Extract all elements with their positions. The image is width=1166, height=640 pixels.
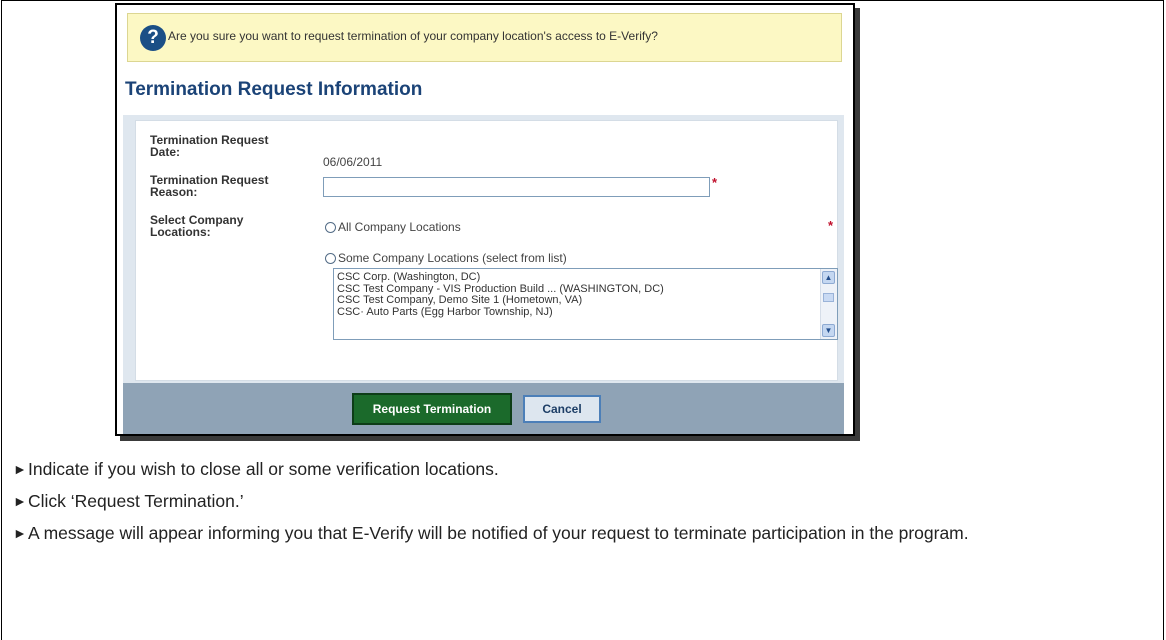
- instruction-text: Click ‘Request Termination.’: [28, 491, 244, 511]
- locations-required-marker: *: [828, 218, 834, 233]
- locations-label: Select Company Locations:: [150, 213, 244, 239]
- arrow-bullet-icon: ►: [13, 493, 27, 509]
- cancel-button[interactable]: Cancel: [523, 395, 601, 423]
- scroll-down-icon[interactable]: ▼: [822, 324, 835, 337]
- all-locations-radio[interactable]: [325, 221, 336, 233]
- some-locations-radio[interactable]: [325, 252, 336, 264]
- section-title: Termination Request Information: [125, 79, 423, 100]
- reason-required-marker: *: [712, 175, 718, 190]
- instruction-item: ► A message will appear informing you th…: [13, 523, 1153, 544]
- date-value: 06/06/2011: [323, 155, 383, 169]
- date-label: Termination Request Date:: [150, 133, 269, 159]
- request-termination-button[interactable]: Request Termination: [352, 393, 512, 425]
- instruction-list: ► Indicate if you wish to close all or s…: [13, 459, 1153, 544]
- reason-label: Termination Request Reason:: [150, 173, 269, 199]
- list-item[interactable]: CSC Test Company, Demo Site 1 (Hometown,…: [337, 294, 664, 307]
- instruction-item: ► Indicate if you wish to close all or s…: [13, 459, 1153, 480]
- instruction-item: ► Click ‘Request Termination.’: [13, 491, 1153, 512]
- confirmation-message-bar: ? Are you sure you want to request termi…: [127, 13, 842, 62]
- some-locations-option[interactable]: Some Company Locations (select from list…: [325, 251, 567, 265]
- location-list: CSC Corp. (Washington, DC) CSC Test Comp…: [337, 271, 664, 319]
- instruction-text: A message will appear informing you that…: [28, 523, 969, 543]
- scroll-thumb[interactable]: [823, 293, 834, 302]
- list-item[interactable]: CSC Corp. (Washington, DC): [337, 271, 664, 284]
- form-area: Termination Request Date: 06/06/2011 Ter…: [123, 115, 844, 383]
- confirmation-message: Are you sure you want to request termina…: [168, 29, 658, 43]
- arrow-bullet-icon: ►: [13, 525, 27, 541]
- all-locations-label: All Company Locations: [338, 220, 461, 234]
- listbox-scrollbar[interactable]: ▲ ▼: [820, 269, 837, 339]
- reason-input[interactable]: [323, 177, 710, 197]
- all-locations-option[interactable]: All Company Locations: [325, 220, 461, 234]
- company-locations-listbox[interactable]: CSC Corp. (Washington, DC) CSC Test Comp…: [333, 268, 838, 340]
- form-panel: Termination Request Date: 06/06/2011 Ter…: [135, 120, 838, 381]
- arrow-bullet-icon: ►: [13, 461, 27, 477]
- termination-dialog-screenshot: ? Are you sure you want to request termi…: [115, 3, 855, 436]
- question-icon: ?: [140, 25, 166, 51]
- some-locations-label: Some Company Locations (select from list…: [338, 251, 567, 265]
- instruction-text: Indicate if you wish to close all or som…: [28, 459, 499, 479]
- list-item[interactable]: CSC· Auto Parts (Egg Harbor Township, NJ…: [337, 306, 664, 319]
- button-bar: Request Termination Cancel: [123, 383, 844, 434]
- scroll-up-icon[interactable]: ▲: [822, 271, 835, 284]
